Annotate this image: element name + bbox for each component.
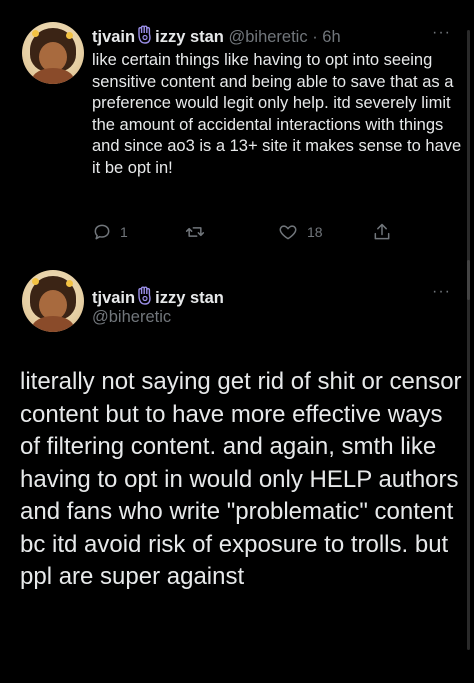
share-button[interactable] bbox=[372, 222, 392, 242]
display-name-suffix[interactable]: izzy stan bbox=[155, 28, 224, 46]
avatar-body bbox=[32, 316, 74, 332]
avatar-body bbox=[32, 68, 74, 84]
display-name-suffix[interactable]: izzy stan bbox=[155, 289, 224, 307]
reply-count: 1 bbox=[120, 224, 128, 240]
avatar-flower bbox=[66, 280, 73, 287]
tweet-header: tjvain izzy stan @biheretic · 6h bbox=[92, 25, 341, 50]
avatar[interactable] bbox=[22, 270, 84, 332]
share-icon bbox=[372, 222, 392, 242]
display-name-prefix[interactable]: tjvain bbox=[92, 289, 135, 307]
avatar-flower bbox=[32, 278, 39, 285]
like-button[interactable]: 18 bbox=[277, 222, 323, 242]
tweet-text: like certain things like having to opt i… bbox=[92, 51, 462, 177]
more-options-button[interactable]: ··· bbox=[432, 24, 451, 42]
retweet-button[interactable] bbox=[184, 222, 214, 242]
reply-icon bbox=[92, 222, 112, 242]
scrollbar-thumb[interactable] bbox=[467, 260, 470, 300]
retweet-icon bbox=[184, 222, 206, 242]
avatar-flower bbox=[66, 32, 73, 39]
scrollbar-track[interactable] bbox=[467, 30, 470, 650]
tweet-1[interactable]: tjvain izzy stan @biheretic · 6h ··· like… bbox=[0, 0, 474, 262]
hamsa-icon bbox=[136, 25, 154, 50]
tweet-2-text: literally not saying get rid of shit or … bbox=[20, 368, 462, 590]
avatar-flower bbox=[32, 30, 39, 37]
user-handle[interactable]: @biheretic bbox=[228, 28, 307, 46]
display-name-prefix[interactable]: tjvain bbox=[92, 28, 135, 46]
heart-icon bbox=[277, 222, 299, 242]
avatar[interactable] bbox=[22, 22, 84, 84]
tweet-actions: 1 18 bbox=[92, 222, 402, 246]
tweet-time[interactable]: · 6h bbox=[312, 28, 340, 46]
reply-button[interactable]: 1 bbox=[92, 222, 128, 242]
user-handle[interactable]: @biheretic bbox=[92, 308, 171, 327]
like-count: 18 bbox=[307, 224, 323, 240]
more-options-button[interactable]: ··· bbox=[432, 283, 451, 301]
